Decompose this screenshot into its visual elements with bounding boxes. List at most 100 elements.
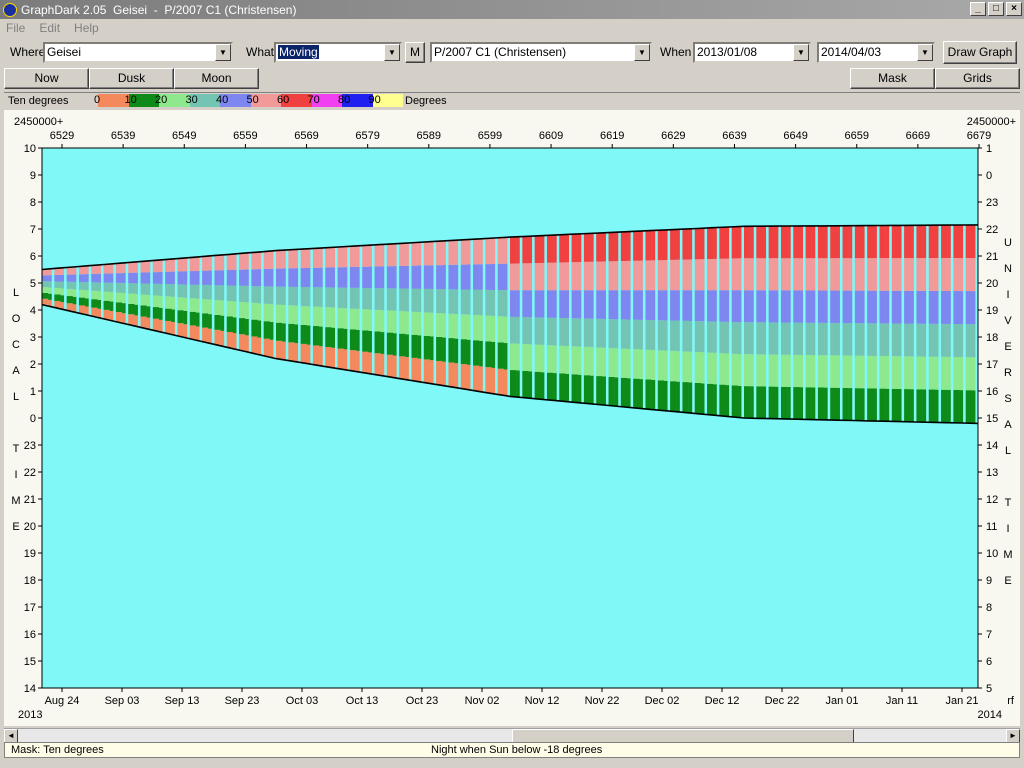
altitude-band — [725, 290, 730, 322]
end-date-select[interactable]: 2014/04/03 ▼ — [817, 42, 935, 63]
altitude-band — [288, 249, 295, 269]
altitude-band — [503, 237, 508, 264]
altitude-band — [842, 355, 849, 388]
altitude-band — [836, 258, 840, 291]
altitude-band — [343, 267, 348, 288]
now-button[interactable]: Now — [4, 68, 89, 89]
object-select[interactable]: P/2007 C1 (Christensen) ▼ — [430, 42, 652, 63]
right-tick-label: 0 — [986, 170, 992, 182]
chevron-down-icon[interactable]: ▼ — [793, 44, 809, 61]
altitude-band — [645, 230, 652, 261]
altitude-band — [195, 298, 200, 313]
altitude-band — [503, 263, 508, 291]
top-tick-label: 6619 — [600, 130, 624, 142]
maximize-button[interactable]: □ — [988, 2, 1004, 16]
altitude-band — [72, 281, 77, 290]
altitude-band — [183, 284, 188, 298]
altitude-band — [861, 323, 865, 356]
altitude-band — [774, 322, 779, 355]
menu-edit[interactable]: Edit — [39, 21, 60, 35]
chevron-down-icon[interactable]: ▼ — [917, 44, 933, 61]
close-button[interactable]: × — [1006, 2, 1022, 16]
altitude-band — [66, 303, 73, 311]
altitude-band — [393, 266, 397, 289]
scroll-right-icon[interactable]: ► — [1006, 729, 1020, 743]
top-tick-label: 6659 — [844, 130, 868, 142]
altitude-band — [122, 303, 126, 314]
altitude-band — [768, 322, 775, 355]
chevron-down-icon[interactable]: ▼ — [384, 44, 400, 61]
right-tick-label: 14 — [986, 440, 998, 452]
altitude-band — [620, 261, 628, 291]
chevron-down-icon[interactable]: ▼ — [634, 44, 650, 61]
top-tick-label: 6569 — [294, 130, 318, 142]
scroll-thumb[interactable] — [512, 729, 854, 743]
altitude-band — [774, 226, 779, 259]
m-button[interactable]: M — [405, 42, 425, 63]
what-value: Moving — [278, 45, 319, 59]
what-select[interactable]: Moving ▼ — [274, 42, 402, 63]
altitude-band — [399, 356, 406, 379]
altitude-band — [694, 382, 702, 414]
left-tick-label: 23 — [24, 440, 36, 452]
altitude-band — [651, 290, 656, 321]
altitude-band — [639, 230, 643, 261]
altitude-band — [232, 333, 237, 349]
altitude-band — [867, 388, 874, 421]
chevron-down-icon[interactable]: ▼ — [215, 44, 231, 61]
altitude-band — [676, 320, 680, 352]
altitude-band — [799, 354, 804, 388]
legend-swatch-label: 20 — [155, 94, 168, 106]
altitude-band — [460, 289, 468, 315]
draw-graph-button[interactable]: Draw Graph — [943, 41, 1017, 64]
altitude-band — [466, 339, 471, 365]
minimize-button[interactable]: _ — [970, 2, 986, 16]
altitude-band — [436, 360, 443, 385]
altitude-band — [614, 232, 619, 262]
altitude-band — [331, 247, 336, 268]
altitude-band — [171, 309, 175, 323]
altitude-band — [811, 387, 816, 420]
altitude-band — [522, 370, 529, 398]
altitude-band — [707, 227, 714, 260]
right-tick-label: 16 — [986, 386, 998, 398]
left-axis-title-letter: C — [12, 339, 20, 351]
altitude-band — [146, 283, 151, 295]
altitude-band — [312, 345, 320, 365]
altitude-band — [78, 305, 86, 314]
altitude-band — [195, 284, 200, 299]
altitude-band — [195, 326, 200, 341]
altitude-band — [811, 225, 816, 259]
altitude-band — [891, 290, 899, 324]
altitude-band — [793, 225, 800, 259]
altitude-band — [787, 354, 791, 387]
scroll-left-icon[interactable]: ◄ — [4, 729, 18, 743]
altitude-band — [479, 340, 483, 367]
left-axis-title-letter: A — [12, 365, 20, 377]
altitude-band — [916, 225, 923, 259]
altitude-band — [836, 322, 840, 356]
bottom-tick-label: Jan 11 — [886, 695, 918, 707]
grids-button[interactable]: Grids — [935, 68, 1020, 89]
moon-button[interactable]: Moon — [174, 68, 259, 89]
altitude-band — [934, 356, 939, 390]
start-date-select[interactable]: 2013/01/08 ▼ — [693, 42, 811, 63]
altitude-band — [374, 309, 381, 332]
altitude-band — [596, 318, 603, 348]
altitude-band — [325, 327, 332, 347]
altitude-band — [48, 287, 52, 294]
menu-file[interactable]: File — [6, 21, 25, 35]
altitude-band — [633, 290, 640, 320]
altitude-band — [159, 259, 163, 272]
dusk-button[interactable]: Dusk — [89, 68, 174, 89]
horizontal-scrollbar[interactable]: ◄ ► — [4, 728, 1020, 743]
altitude-band — [731, 258, 739, 291]
altitude-band — [922, 389, 927, 423]
menu-help[interactable]: Help — [74, 21, 99, 35]
where-select[interactable]: Geisei ▼ — [43, 42, 233, 63]
altitude-band — [399, 288, 406, 312]
altitude-band — [836, 387, 840, 421]
altitude-band — [251, 286, 258, 303]
mask-button[interactable]: Mask — [850, 68, 935, 89]
right-tick-label: 22 — [986, 224, 998, 236]
